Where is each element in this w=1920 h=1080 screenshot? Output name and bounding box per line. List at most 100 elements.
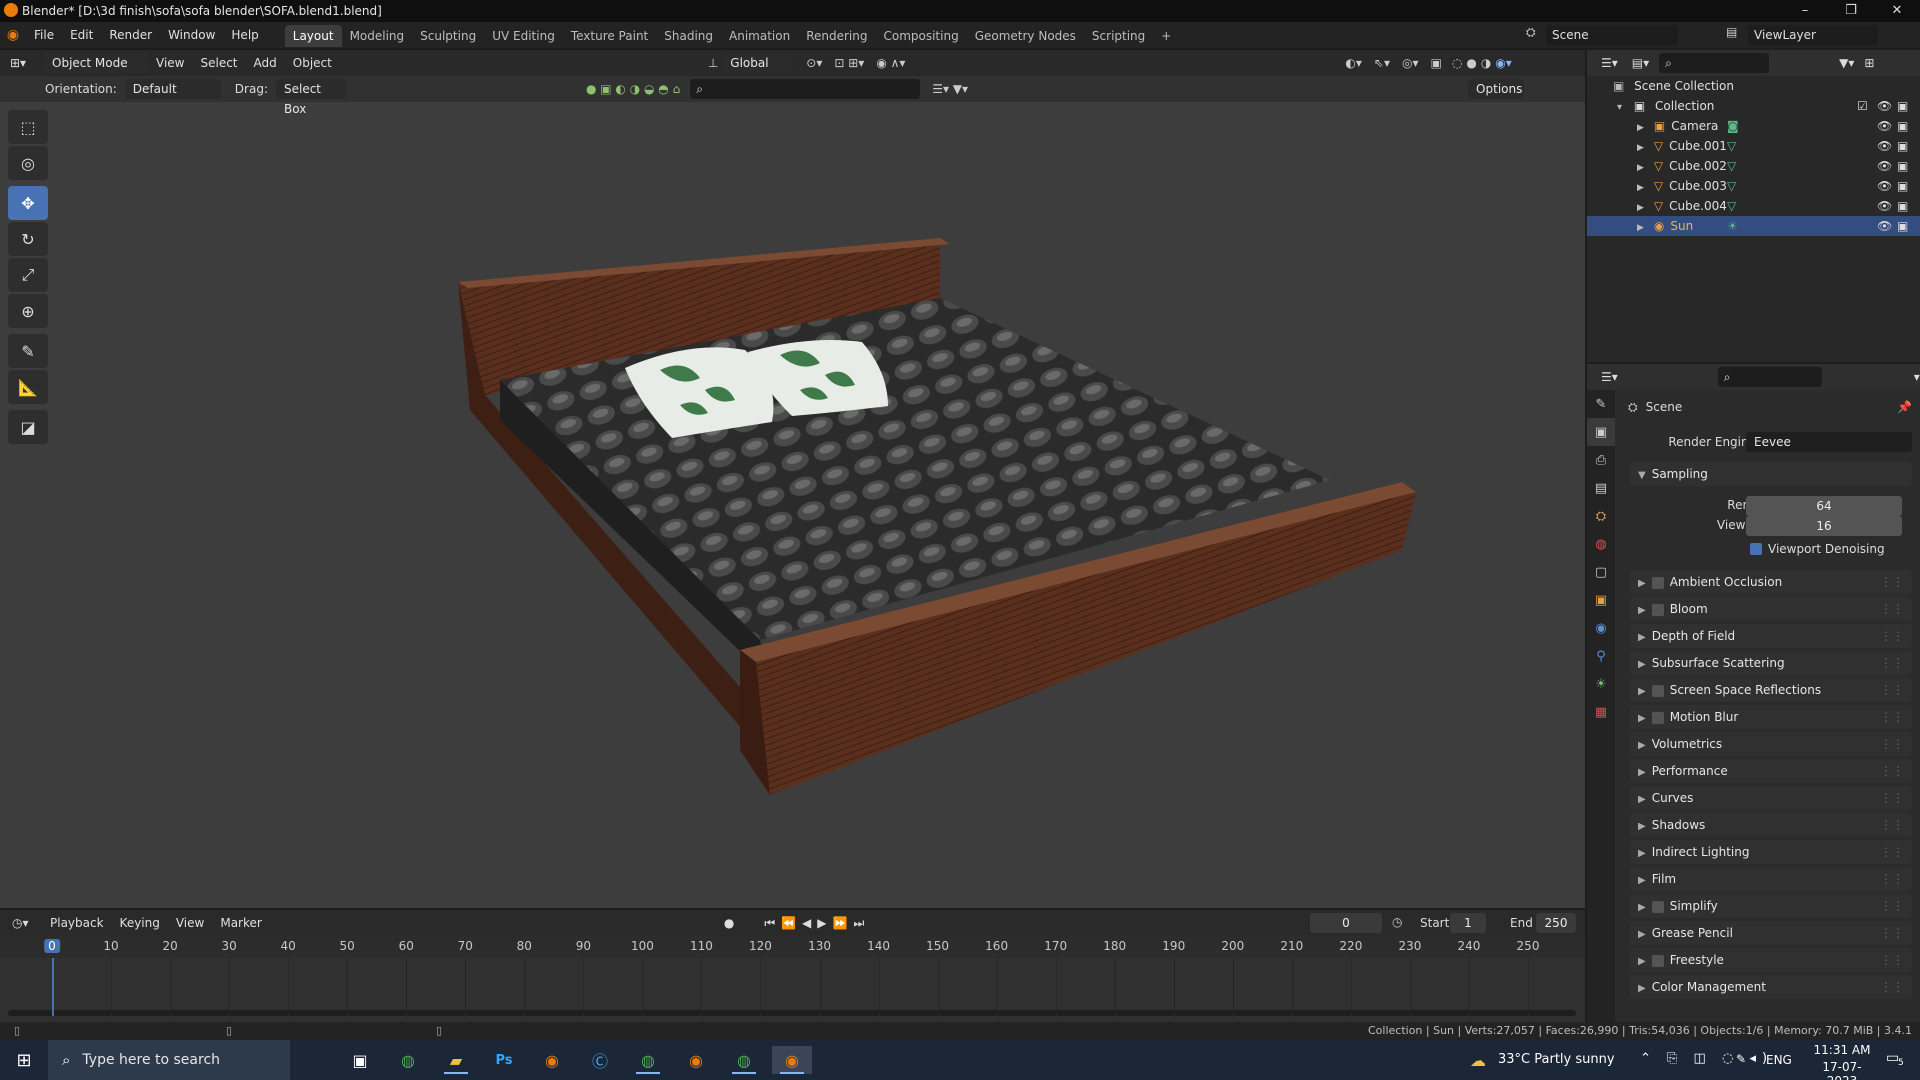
scene-selector[interactable]: Scene xyxy=(1546,25,1678,45)
drag-handle-icon[interactable]: ⋮⋮ xyxy=(1880,840,1904,864)
tab-compositing[interactable]: Compositing xyxy=(875,25,966,47)
panel-simplify[interactable]: ▶ Simplify ⋮⋮ xyxy=(1630,894,1912,918)
rotate-icon[interactable]: ↻ xyxy=(8,222,48,256)
properties-search-input[interactable]: ⌕ xyxy=(1717,367,1822,387)
menu-help[interactable]: Help xyxy=(223,22,266,48)
material-shading-icon[interactable]: ◑ xyxy=(1481,56,1491,70)
editor-type-icon[interactable]: ⊞▾ xyxy=(10,56,38,70)
outliner-scene-collection[interactable]: ▣ Scene Collection xyxy=(1587,76,1920,96)
select-mode-icons[interactable]: ● ▣ ◐ ◑ ◒ ◓ ⌂ xyxy=(586,82,680,96)
drag-handle-icon[interactable]: ⋮⋮ xyxy=(1880,813,1904,837)
rendered-shading-icon[interactable]: ◉▾ xyxy=(1495,56,1512,70)
tool-tab-icon[interactable]: ✎ xyxy=(1587,390,1615,418)
constraints-tab-icon[interactable]: ⚲ xyxy=(1587,642,1615,670)
render-camera-icon[interactable]: ▣ xyxy=(1897,196,1908,216)
panel-sampling[interactable]: ▼ Sampling xyxy=(1630,462,1912,486)
panel-curves[interactable]: ▶ Curves ⋮⋮ xyxy=(1630,786,1912,810)
playback-controls[interactable]: ⏮⏪◀▶⏩⏭ xyxy=(764,916,870,931)
viewport-menu-select[interactable]: Select xyxy=(192,50,245,76)
tab-uv-editing[interactable]: UV Editing xyxy=(484,25,563,47)
outliner-filter-icon[interactable]: ▼▾ xyxy=(1839,56,1854,70)
timeline-scrollbar[interactable] xyxy=(8,1010,1576,1016)
panel-subsurface-scattering[interactable]: ▶ Subsurface Scattering ⋮⋮ xyxy=(1630,651,1912,675)
minimize-button[interactable]: – xyxy=(1782,0,1828,22)
timeline-menu-keying[interactable]: Keying xyxy=(112,910,168,936)
panel-checkbox-icon[interactable] xyxy=(1651,684,1664,697)
taskbar-search[interactable]: ⌕ Type here to search xyxy=(48,1040,290,1080)
menu-file[interactable]: File xyxy=(26,22,62,48)
expand-chevron-icon[interactable]: ▶ xyxy=(1637,163,1644,173)
timeline-menu-playback[interactable]: Playback xyxy=(42,910,112,936)
data-tab-icon[interactable]: ☀ xyxy=(1587,670,1615,698)
tab-rendering[interactable]: Rendering xyxy=(798,25,875,47)
render-camera-icon[interactable]: ▣ xyxy=(1897,96,1908,116)
tab-sculpting[interactable]: Sculpting xyxy=(412,25,484,47)
orientation-dropdown[interactable]: Default xyxy=(124,79,221,99)
properties-editor-type-icon[interactable]: ☰▾ xyxy=(1601,370,1618,384)
xray-icon[interactable]: ▣ xyxy=(1431,56,1442,70)
timeline-menu-marker[interactable]: Marker xyxy=(212,910,269,936)
panel-freestyle[interactable]: ▶ Freestyle ⋮⋮ xyxy=(1630,948,1912,972)
blender-app-icon-active[interactable]: ◉ xyxy=(772,1046,812,1074)
panel-depth-of-field[interactable]: ▶ Depth of Field ⋮⋮ xyxy=(1630,624,1912,648)
add-workspace-button[interactable]: + xyxy=(1153,25,1179,47)
record-icon[interactable]: ● xyxy=(724,916,734,930)
render-camera-icon[interactable]: ▣ xyxy=(1897,216,1908,236)
panel-shadows[interactable]: ▶ Shadows ⋮⋮ xyxy=(1630,813,1912,837)
drag-handle-icon[interactable]: ⋮⋮ xyxy=(1880,570,1904,594)
transform-icon[interactable]: ⊕ xyxy=(8,294,48,328)
drag-handle-icon[interactable]: ⋮⋮ xyxy=(1880,624,1904,648)
mode-selector[interactable]: Object Mode xyxy=(44,53,148,73)
panel-motion-blur[interactable]: ▶ Motion Blur ⋮⋮ xyxy=(1630,705,1912,729)
visibility-eye-icon[interactable]: 👁 xyxy=(1877,216,1892,236)
overlay-icon[interactable]: ◎▾ xyxy=(1402,56,1419,70)
output-tab-icon[interactable]: ⎙ xyxy=(1587,446,1615,474)
timeline-ruler[interactable]: 0 10 20 30 40 50 60 70 80 90 100 110 120 130 140 150 160… xyxy=(0,936,1585,958)
chrome-icon-3[interactable]: ◍ xyxy=(724,1046,764,1074)
visibility-eye-icon[interactable]: 👁 xyxy=(1877,176,1892,196)
current-frame-field[interactable]: 0 xyxy=(1310,913,1382,933)
object-data-icon[interactable]: ▽ xyxy=(1727,196,1736,216)
transform-orientation-selector[interactable]: Global xyxy=(722,53,793,73)
cursor-icon[interactable]: ◎ xyxy=(8,146,48,180)
expand-chevron-icon[interactable]: ▶ xyxy=(1637,203,1644,213)
drag-handle-icon[interactable]: ⋮⋮ xyxy=(1880,948,1904,972)
snap-icon[interactable]: ⊡ ⊞▾ xyxy=(834,56,864,70)
visibility-eye-icon[interactable]: 👁 xyxy=(1877,156,1892,176)
gizmo-icon[interactable]: ⇖▾ xyxy=(1374,56,1390,70)
viewport-menu-object[interactable]: Object xyxy=(285,50,340,76)
sampling-render-field[interactable]: 64 xyxy=(1746,496,1902,516)
menu-edit[interactable]: Edit xyxy=(62,22,101,48)
panel-screen-space-reflections[interactable]: ▶ Screen Space Reflections ⋮⋮ xyxy=(1630,678,1912,702)
expand-chevron-icon[interactable]: ▶ xyxy=(1637,223,1644,233)
weather-icon[interactable]: ☁ xyxy=(1470,1051,1486,1070)
end-frame-field[interactable]: 250 xyxy=(1536,913,1576,933)
measure-icon[interactable]: 📐 xyxy=(8,370,48,404)
options-button[interactable]: Options xyxy=(1468,79,1525,99)
visibility-eye-icon[interactable]: 👁 xyxy=(1877,116,1892,136)
exclude-checkbox-icon[interactable]: ☑ xyxy=(1857,96,1868,116)
timeline-editor-type-icon[interactable]: ◷▾ xyxy=(12,916,42,930)
drag-handle-icon[interactable]: ⋮⋮ xyxy=(1880,867,1904,891)
system-tray-icons[interactable]: ⌃ ⎘ ◫ ◌ ◂) xyxy=(1640,1051,1773,1066)
pen-icon[interactable]: ✎ xyxy=(1736,1052,1746,1066)
physics-tab-icon[interactable]: ◉ xyxy=(1587,614,1615,642)
object-data-icon[interactable]: ▽ xyxy=(1727,176,1736,196)
panel-performance[interactable]: ▶ Performance ⋮⋮ xyxy=(1630,759,1912,783)
menu-window[interactable]: Window xyxy=(160,22,223,48)
proportional-edit-icon[interactable]: ◉ ∧▾ xyxy=(876,56,905,70)
clock-date[interactable]: 17-07-2023 xyxy=(1808,1060,1876,1080)
menu-render[interactable]: Render xyxy=(101,22,160,48)
weather-text[interactable]: 33°C Partly sunny xyxy=(1498,1052,1615,1067)
outliner-item[interactable]: ▶ ▽ Cube.002 ▽ 👁 ▣ xyxy=(1587,156,1920,176)
visibility-eye-icon[interactable]: 👁 xyxy=(1877,136,1892,156)
expand-chevron-icon[interactable]: ▶ xyxy=(1637,123,1644,133)
timeline-menu-view[interactable]: View xyxy=(168,910,212,936)
start-button-icon[interactable]: ⊞ xyxy=(4,1046,44,1074)
playhead[interactable] xyxy=(52,958,54,1016)
close-button[interactable]: ✕ xyxy=(1874,0,1920,22)
pivot-icon[interactable]: ⊙▾ xyxy=(806,56,822,70)
world-tab-icon[interactable]: ◍ xyxy=(1587,530,1615,558)
tab-modeling[interactable]: Modeling xyxy=(342,25,413,47)
blender-app-icon[interactable]: ◉ xyxy=(532,1046,572,1074)
